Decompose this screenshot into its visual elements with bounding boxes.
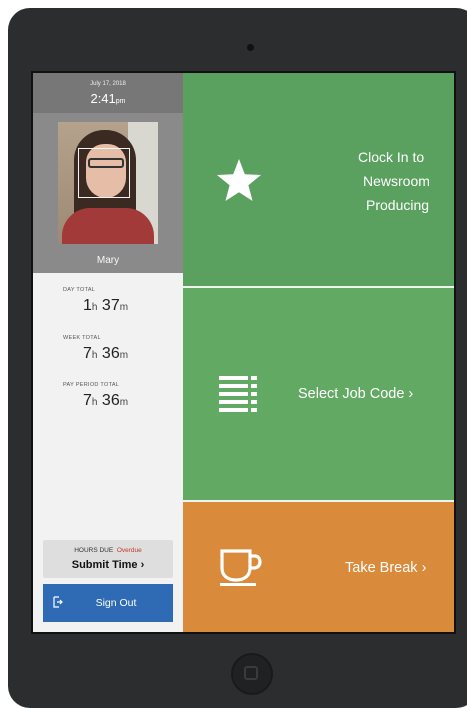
- submit-time-label: Submit Time ›: [71, 559, 145, 571]
- pay-period-hours: 7: [83, 392, 92, 409]
- face-detection-box: [78, 148, 130, 198]
- camera-dot: [247, 44, 254, 51]
- week-total-value: 7h 36m: [83, 345, 128, 363]
- week-total-m-unit: m: [119, 350, 129, 361]
- week-total-label: WEEK TOTAL: [63, 335, 101, 341]
- select-job-code-label: Select Job Code ›: [298, 386, 414, 402]
- day-total-label: DAY TOTAL: [63, 287, 96, 293]
- profile-panel: July 17, 2018 2:41pm Mary: [33, 73, 183, 273]
- clock-in-line-1: Clock In to: [358, 149, 425, 165]
- clock-in-line-3: Producing: [366, 197, 430, 213]
- week-total-hours: 7: [83, 345, 92, 362]
- clock-in-line-2: Newsroom: [363, 173, 430, 189]
- day-total-m-unit: m: [119, 302, 129, 313]
- home-button-icon: [244, 666, 258, 680]
- app-screen: July 17, 2018 2:41pm Mary DAY TOTAL 1h 3…: [31, 71, 456, 634]
- clock-in-tile[interactable]: Clock In to Newsroom Producing: [183, 73, 454, 286]
- pay-period-m-unit: m: [119, 397, 129, 408]
- sign-out-button[interactable]: Sign Out: [43, 584, 173, 622]
- sidebar: July 17, 2018 2:41pm Mary DAY TOTAL 1h 3…: [33, 73, 183, 632]
- day-total-hours: 1: [83, 297, 92, 314]
- week-total-minutes: 36: [101, 345, 120, 362]
- select-job-code-tile[interactable]: Select Job Code ›: [183, 288, 454, 500]
- submit-time-button[interactable]: HOURS DUE Overdue Submit Time ›: [43, 540, 173, 578]
- day-total-value: 1h 37m: [83, 297, 128, 315]
- sign-out-label: Sign Out: [95, 597, 137, 609]
- star-icon: [217, 159, 261, 201]
- take-break-label: Take Break ›: [345, 560, 427, 576]
- overdue-badge: Overdue: [116, 547, 142, 554]
- take-break-tile[interactable]: Take Break ›: [183, 502, 454, 632]
- current-date: July 17, 2018: [90, 81, 126, 87]
- pay-period-h-unit: h: [91, 397, 98, 408]
- hours-due-line: HOURS DUE Overdue: [43, 547, 173, 554]
- current-time: 2:41pm: [33, 91, 183, 106]
- user-photo: [58, 122, 158, 244]
- user-name: Mary: [96, 255, 120, 266]
- pay-period-minutes: 36: [101, 392, 120, 409]
- pay-period-total-label: PAY PERIOD TOTAL: [63, 382, 120, 388]
- coffee-cup-icon: [220, 549, 262, 586]
- time-value: 2:41: [90, 91, 116, 106]
- hours-due-label: HOURS DUE: [74, 547, 114, 554]
- list-icon: [219, 376, 257, 412]
- photo-shirt: [62, 208, 154, 244]
- day-total-h-unit: h: [91, 302, 98, 313]
- week-total-h-unit: h: [91, 350, 98, 361]
- day-total-minutes: 37: [101, 297, 120, 314]
- pay-period-total-value: 7h 36m: [83, 392, 128, 410]
- time-ampm: pm: [115, 98, 126, 105]
